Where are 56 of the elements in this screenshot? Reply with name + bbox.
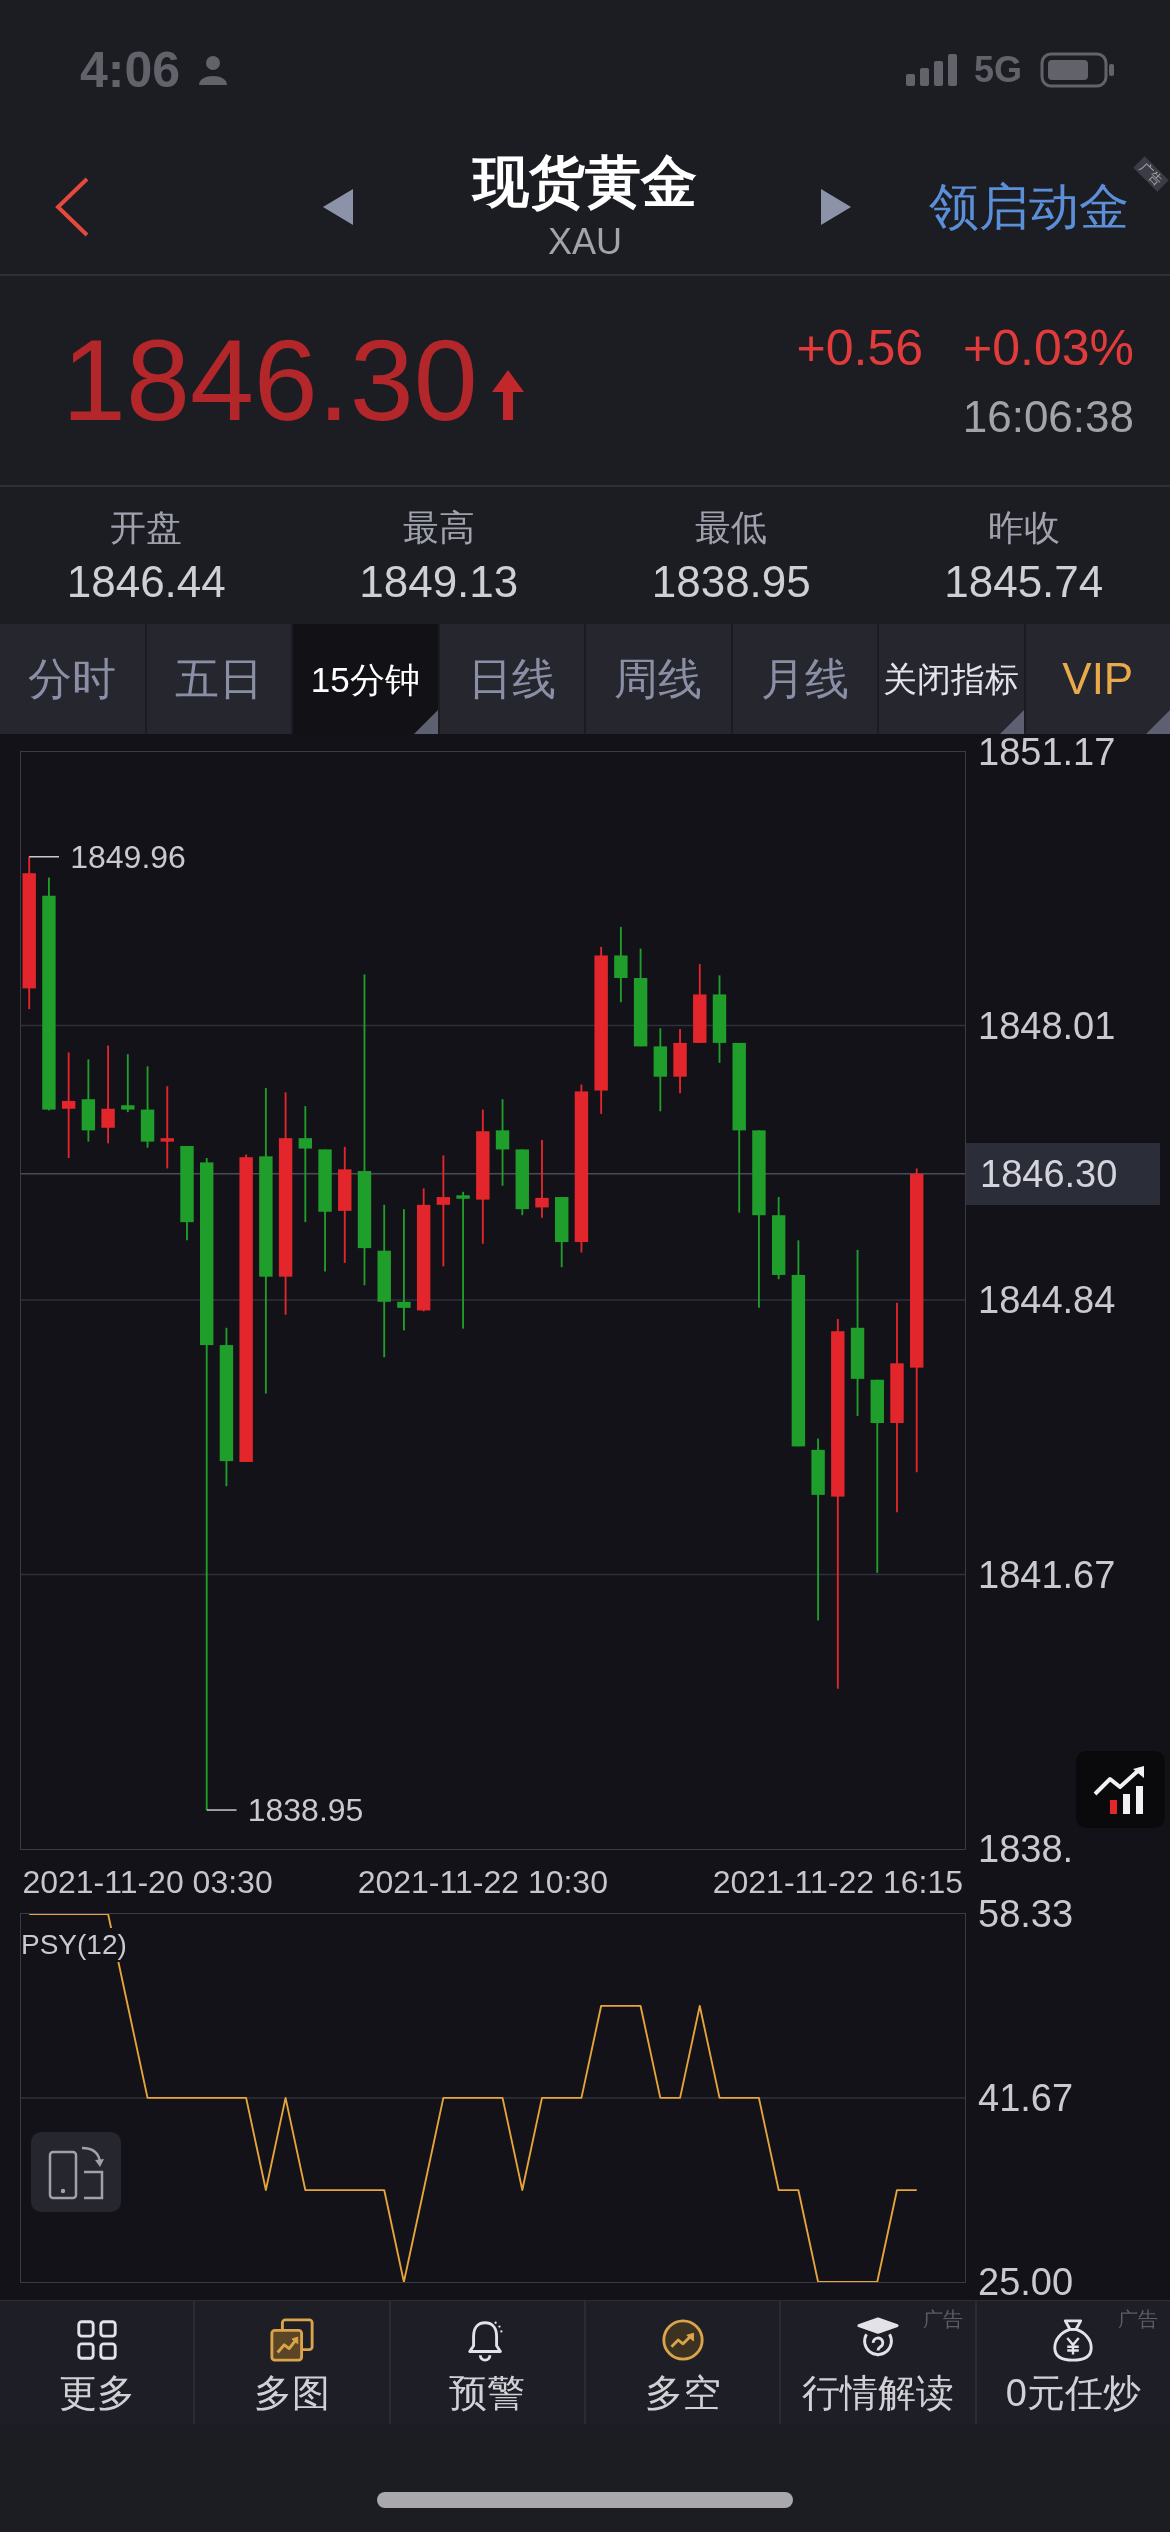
instrument-title: 现货黄金 <box>473 154 697 210</box>
price-axis-label: 1841.67 <box>978 1557 1116 1592</box>
rotate-screen-button[interactable] <box>31 2132 121 2212</box>
price-axis-label: 1848.01 <box>978 1008 1116 1043</box>
caret-right-icon[interactable] <box>821 189 851 225</box>
stat-value: 1845.74 <box>944 557 1104 607</box>
candlestick <box>673 1028 687 1095</box>
indicator-axis-label: 41.67 <box>978 2081 1074 2114</box>
caret-left-icon[interactable] <box>323 189 353 225</box>
time-axis-label: 2021-11-22 16:15 <box>712 1864 963 1900</box>
nav-item[interactable]: 多图 <box>195 2301 389 2424</box>
stat-label: 开盘 <box>110 507 183 549</box>
stat-value: 1838.95 <box>651 557 811 607</box>
instrument-symbol: XAU <box>548 224 622 260</box>
price-axis-label: 1844.84 <box>978 1283 1116 1318</box>
ad-label: 广告 <box>1117 2309 1158 2329</box>
nav-item[interactable]: 多空 <box>586 2301 780 2424</box>
stat-label: 昨收 <box>987 507 1060 549</box>
stat-label: 最低 <box>695 507 768 549</box>
ad-label: 广告 <box>1133 156 1169 192</box>
leader-line <box>28 856 60 858</box>
percent-change: +0.03% <box>963 322 1134 373</box>
stat-value: 1849.13 <box>359 557 519 607</box>
price-change: +0.56 <box>796 322 923 373</box>
indicator-axis-label: 25.00 <box>978 2266 1074 2298</box>
stat-label: 最高 <box>402 507 475 549</box>
price-marker-label: 1849.96 <box>70 837 186 876</box>
candlestick <box>121 1053 135 1114</box>
signal-icon <box>905 54 958 86</box>
status-time: 4:06 <box>80 45 181 95</box>
indicator-legend: PSY(12) <box>21 1928 127 1962</box>
nav-item[interactable]: 预警 <box>390 2301 584 2424</box>
person-icon <box>198 55 229 85</box>
price-axis-label: 1838. <box>978 1832 1074 1866</box>
price-marker-label: 1838.95 <box>247 1791 364 1830</box>
current-price-label: 1846.30 <box>966 1142 1160 1205</box>
chart-tab[interactable]: VIP <box>1025 624 1170 734</box>
time-axis-label: 2021-11-22 10:30 <box>357 1864 608 1900</box>
nav-item[interactable]: 更多 <box>0 2301 194 2424</box>
price-value: 1846.30 <box>62 323 478 438</box>
time-axis-label: 2021-11-20 03:30 <box>22 1864 273 1900</box>
price-axis-label: 1851.17 <box>978 735 1116 769</box>
stacked-chart-icon <box>269 2317 315 2363</box>
quote-time: 16:06:38 <box>962 394 1134 439</box>
leader-line <box>205 1809 238 1811</box>
chart-switch-button[interactable] <box>1076 1751 1165 1828</box>
candlestick <box>515 1148 529 1217</box>
chart-tab[interactable]: 15分钟 <box>293 624 440 734</box>
promo-link[interactable]: 领启动金 <box>929 182 1129 232</box>
network-label: 5G <box>973 52 1022 88</box>
back-icon <box>54 176 90 238</box>
battery-icon <box>1040 52 1116 88</box>
trend-circle-icon <box>659 2317 706 2363</box>
indicator-axis-label: 58.33 <box>978 1898 1074 1930</box>
stat-value: 1846.44 <box>66 557 226 607</box>
ad-label: 广告 <box>922 2309 963 2329</box>
